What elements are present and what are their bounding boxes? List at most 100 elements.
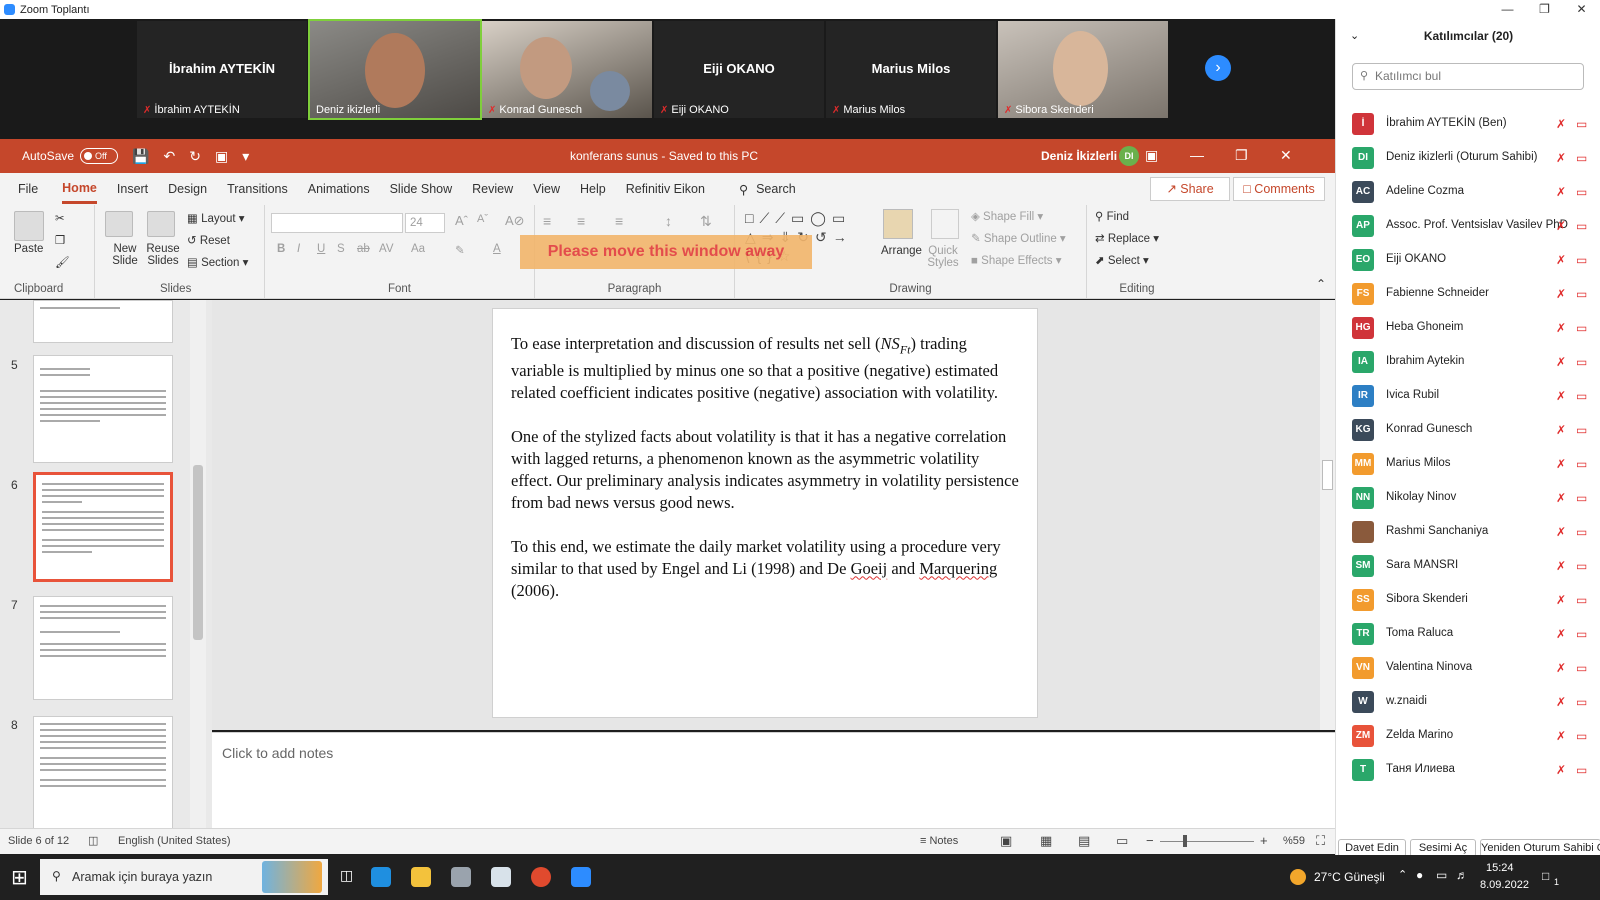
mic-muted-icon[interactable]: ✗ xyxy=(1556,389,1566,403)
fit-slide-icon[interactable]: ⛶ xyxy=(1316,833,1325,849)
participant-row[interactable]: FS Fabienne Schneider ✗ ▭ xyxy=(1336,277,1600,311)
volume-icon[interactable]: ♬ xyxy=(1456,868,1468,882)
editor-scrollbar[interactable] xyxy=(1320,300,1335,730)
participant-row[interactable]: İ İbrahim AYTEKİN (Ben) ✗ ▭ xyxy=(1336,107,1600,141)
zoom-in-icon[interactable]: + xyxy=(1260,833,1268,848)
mic-muted-icon[interactable]: ✗ xyxy=(1556,219,1566,233)
tab-view[interactable]: View xyxy=(533,176,560,202)
search-icon[interactable]: ⚲ xyxy=(739,176,748,203)
participant-row[interactable]: Ww.znaidi ✗ ▭ xyxy=(1336,685,1600,719)
zoom-slider-handle[interactable] xyxy=(1183,835,1187,847)
notification-icon[interactable]: □ xyxy=(1542,869,1549,883)
numbering-icon[interactable]: ≡ xyxy=(577,213,585,229)
mic-muted-icon[interactable]: ✗ xyxy=(1556,729,1566,743)
ribbon-display-icon[interactable]: ▣ xyxy=(1145,147,1158,164)
mic-muted-icon[interactable]: ✗ xyxy=(1556,559,1566,573)
strikethrough-icon[interactable]: ab xyxy=(357,243,370,255)
font-color-icon[interactable]: A xyxy=(493,243,501,255)
bold-icon[interactable]: B xyxy=(277,243,285,255)
customize-qat-icon[interactable]: ▾ xyxy=(242,148,249,165)
camera-off-icon[interactable]: ▭ xyxy=(1576,389,1587,403)
video-tile[interactable]: ✗ Konrad Gunesch xyxy=(482,21,652,118)
shape-effects-button[interactable]: ■ Shape Effects ▾ xyxy=(971,253,1062,267)
tab-refinitiv-eikon[interactable]: Refinitiv Eikon xyxy=(626,176,705,202)
mic-muted-icon[interactable]: ✗ xyxy=(1556,253,1566,267)
minimize-icon[interactable]: — xyxy=(1190,147,1204,163)
highlight-icon[interactable]: ✎ xyxy=(455,243,465,257)
reuse-slides-button[interactable]: Reuse Slides xyxy=(145,243,181,267)
tab-file[interactable]: File xyxy=(18,176,38,202)
camera-off-icon[interactable]: ▭ xyxy=(1576,287,1587,301)
clock-time[interactable]: 15:24 xyxy=(1486,862,1514,874)
mic-muted-icon[interactable]: ✗ xyxy=(1556,185,1566,199)
participant-row[interactable]: HG Heba Ghoneim ✗ ▭ xyxy=(1336,311,1600,345)
copy-icon[interactable]: ❐ xyxy=(55,233,65,247)
slide-paragraph-3[interactable]: To this end, we estimate the daily marke… xyxy=(511,536,1019,602)
tab-home[interactable]: Home xyxy=(62,175,97,204)
camera-off-icon[interactable]: ▭ xyxy=(1576,321,1587,335)
task-view-icon[interactable]: ◫ xyxy=(340,867,353,884)
file-explorer-icon[interactable] xyxy=(411,867,431,887)
camera-off-icon[interactable]: ▭ xyxy=(1576,525,1587,539)
new-slide-icon[interactable] xyxy=(105,211,133,237)
mic-muted-icon[interactable]: ✗ xyxy=(1556,321,1566,335)
indent-icon[interactable]: ≡ xyxy=(615,213,623,229)
network-icon[interactable]: ▭ xyxy=(1436,868,1447,882)
mic-muted-icon[interactable]: ✗ xyxy=(1556,355,1566,369)
slide-sorter-icon[interactable]: ▦ xyxy=(1040,833,1052,849)
mic-muted-icon[interactable]: ✗ xyxy=(1556,627,1566,641)
autosave-toggle[interactable]: Off xyxy=(80,148,119,164)
camera-off-icon[interactable]: ▭ xyxy=(1576,695,1587,709)
layout-button[interactable]: ▦ Layout ▾ xyxy=(187,211,245,225)
microphone-icon[interactable]: ● xyxy=(1416,868,1423,882)
share-button[interactable]: ↗ Share xyxy=(1150,177,1230,201)
slide-canvas[interactable]: To ease interpretation and discussion of… xyxy=(492,308,1038,718)
camera-off-icon[interactable]: ▭ xyxy=(1576,355,1587,369)
slide-thumbnail[interactable] xyxy=(33,300,173,343)
tab-design[interactable]: Design xyxy=(168,176,207,202)
shape-outline-button[interactable]: ✎ Shape Outline ▾ xyxy=(971,231,1066,245)
replace-button[interactable]: ⇄ Replace ▾ xyxy=(1095,231,1159,245)
quick-styles-icon[interactable] xyxy=(931,209,959,239)
participant-row[interactable]: IR Ivica Rubil ✗ ▭ xyxy=(1336,379,1600,413)
camera-off-icon[interactable]: ▭ xyxy=(1576,253,1587,267)
slide-paragraph-2[interactable]: One of the stylized facts about volatili… xyxy=(511,426,1019,514)
slide-paragraph-1[interactable]: To ease interpretation and discussion of… xyxy=(511,333,1019,404)
camera-off-icon[interactable]: ▭ xyxy=(1576,117,1587,131)
collapse-ribbon-icon[interactable]: ⌃ xyxy=(1316,277,1326,291)
shadow-icon[interactable]: S xyxy=(337,243,345,255)
font-name-select[interactable] xyxy=(271,213,403,233)
mic-muted-icon[interactable]: ✗ xyxy=(1556,457,1566,471)
paste-button[interactable]: Paste xyxy=(14,243,43,255)
slide-thumbnail[interactable] xyxy=(33,716,173,830)
zoom-level[interactable]: %59 xyxy=(1283,835,1305,847)
grow-font-icon[interactable]: Aˆ xyxy=(455,213,468,228)
reading-view-icon[interactable]: ▤ xyxy=(1078,833,1090,849)
bullets-icon[interactable]: ≡ xyxy=(543,213,551,229)
shrink-font-icon[interactable]: Aˇ xyxy=(477,213,488,225)
participant-row[interactable]: AC Adeline Cozma ✗ ▭ xyxy=(1336,175,1600,209)
mic-muted-icon[interactable]: ✗ xyxy=(1556,525,1566,539)
thumbnails-scroll-thumb[interactable] xyxy=(193,465,203,640)
next-page-button[interactable]: › xyxy=(1205,55,1231,81)
participant-row[interactable]: TR Toma Raluca ✗ ▭ xyxy=(1336,617,1600,651)
participant-search-input[interactable]: Katılımcı bul xyxy=(1352,63,1584,90)
cut-icon[interactable]: ✂ xyxy=(55,211,65,225)
video-tile[interactable]: Deniz ikizlerli xyxy=(308,19,482,120)
camera-off-icon[interactable]: ▭ xyxy=(1576,661,1587,675)
arrange-icon[interactable] xyxy=(883,209,913,239)
mic-muted-icon[interactable]: ✗ xyxy=(1556,423,1566,437)
document-app-icon[interactable] xyxy=(491,867,511,887)
reuse-slides-icon[interactable] xyxy=(147,211,175,237)
camera-off-icon[interactable]: ▭ xyxy=(1576,491,1587,505)
participant-row[interactable]: KG Konrad Gunesch ✗ ▭ xyxy=(1336,413,1600,447)
weather-text[interactable]: 27°C Güneşli xyxy=(1314,870,1385,884)
video-tile[interactable]: İbrahim AYTEKİN ✗ İbrahim AYTEKİN xyxy=(137,21,307,118)
arrange-button[interactable]: Arrange xyxy=(881,245,922,257)
undo-icon[interactable]: ↶ xyxy=(163,148,175,165)
editor-scroll-thumb[interactable] xyxy=(1322,460,1333,490)
camera-off-icon[interactable]: ▭ xyxy=(1576,729,1587,743)
language-indicator[interactable]: English (United States) xyxy=(118,835,231,847)
slide-thumbnail-selected[interactable] xyxy=(33,472,173,582)
notes-pane[interactable]: Click to add notes xyxy=(212,732,1335,828)
